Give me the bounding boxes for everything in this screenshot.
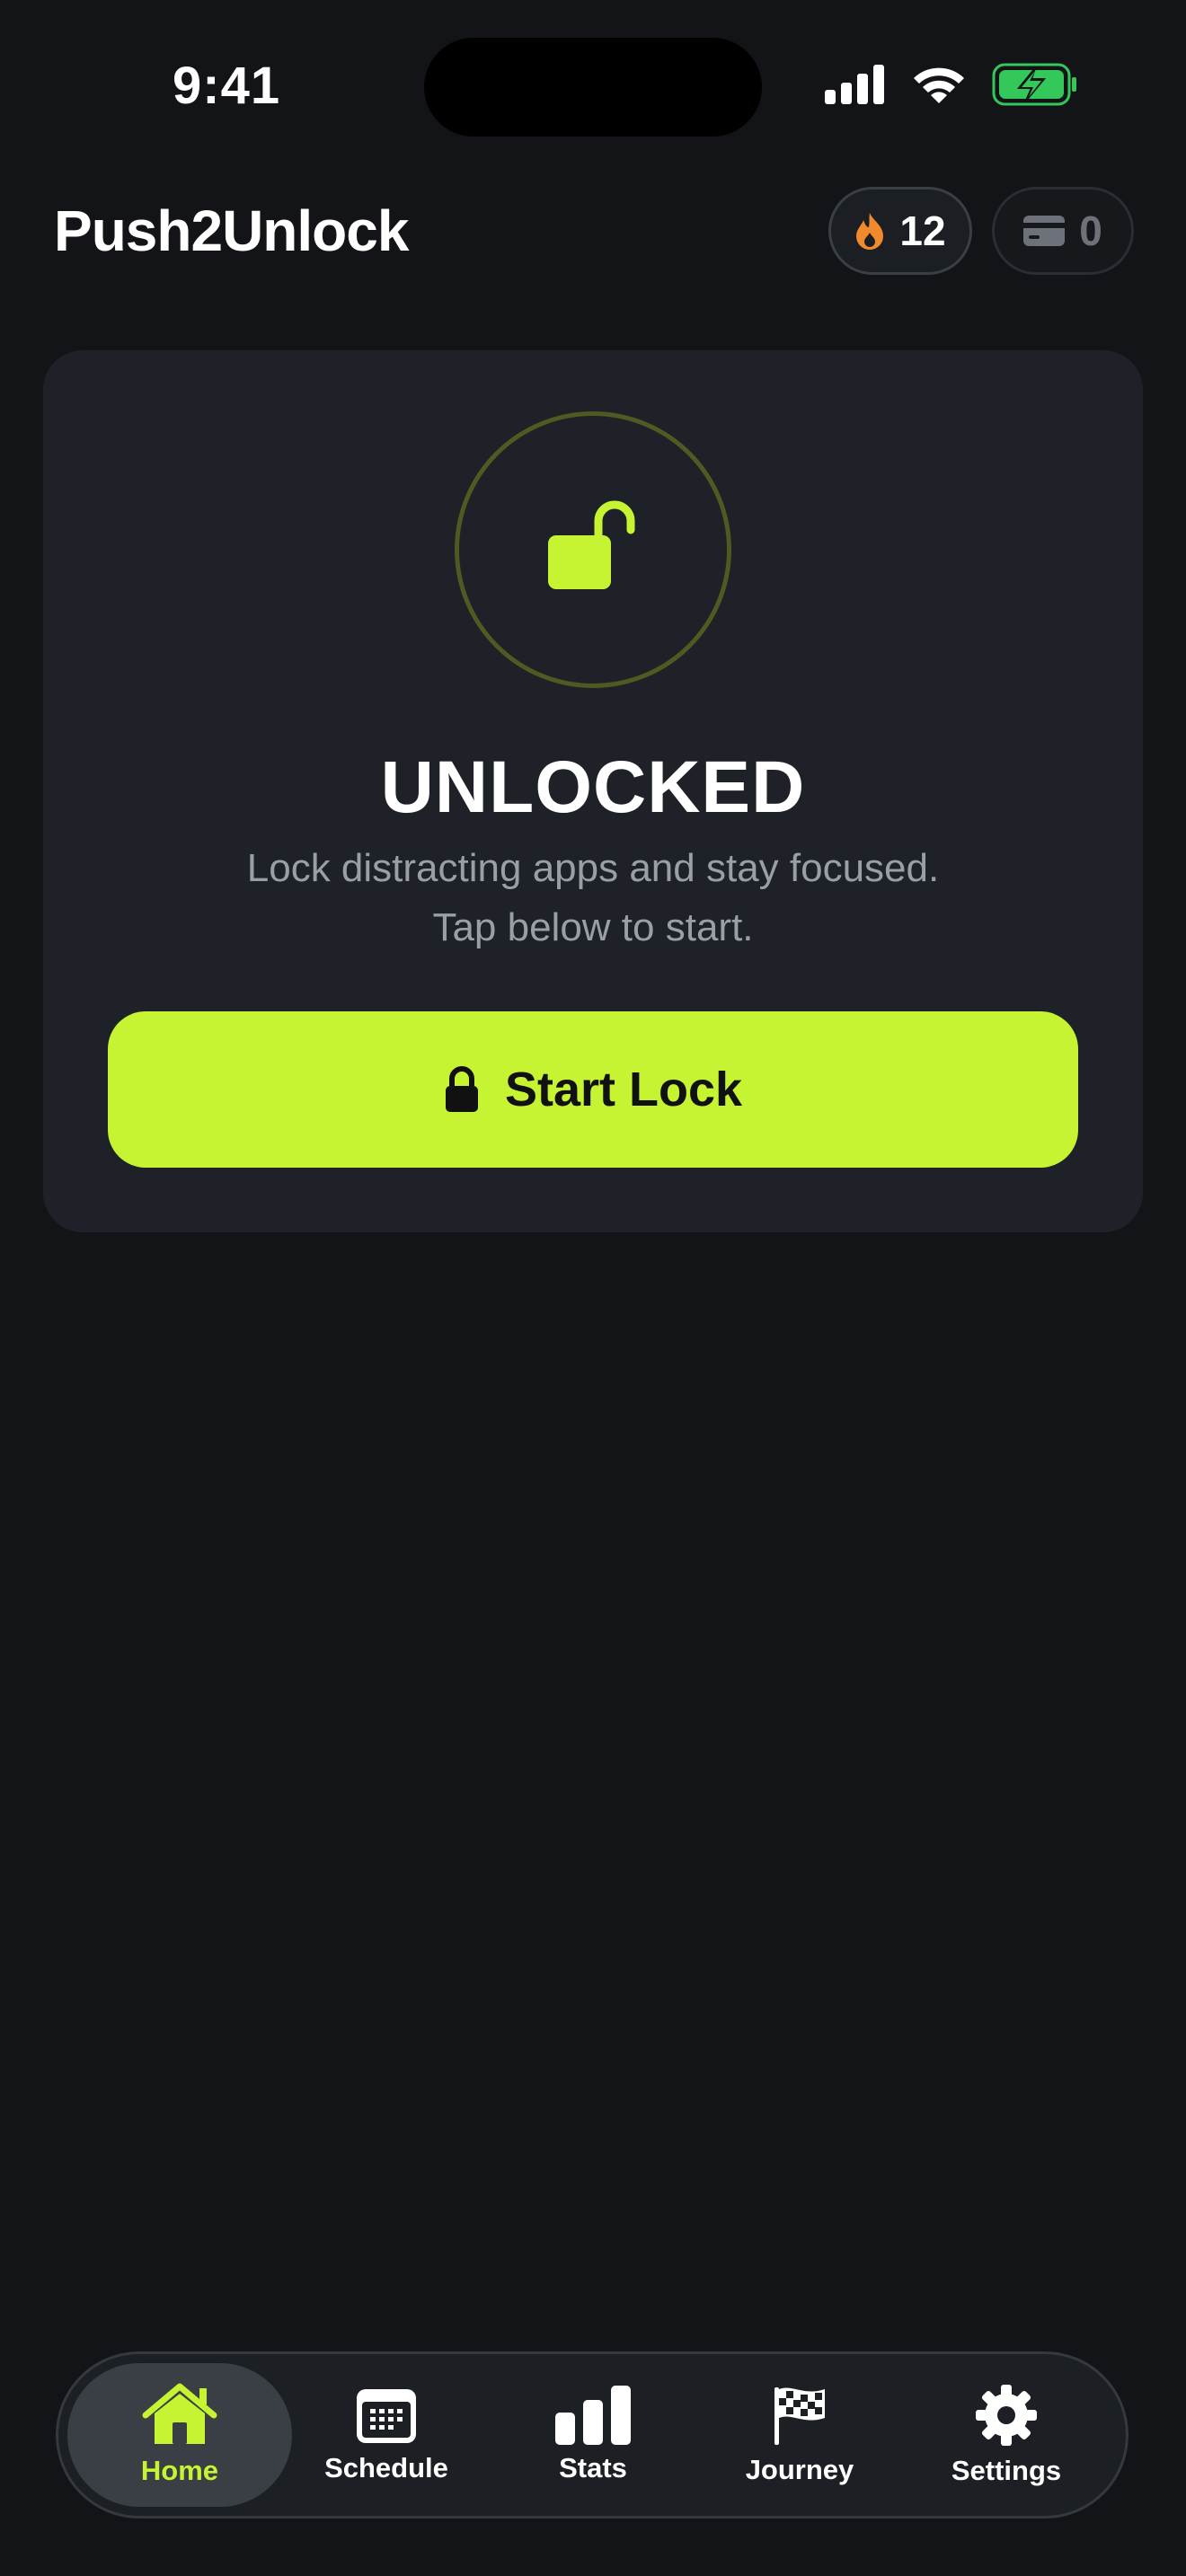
tab-stats-label: Stats: [559, 2452, 627, 2483]
streak-badge[interactable]: 12: [828, 187, 972, 275]
home-screen: 9:41 Push2Unlock 12 0 UNLOCKED Lock dist…: [0, 0, 1186, 2576]
tab-stats[interactable]: Stats: [481, 2363, 705, 2507]
app-title: Push2Unlock: [54, 198, 409, 263]
tab-journey-label: Journey: [745, 2454, 854, 2485]
unlocked-padlock-icon: [548, 500, 635, 589]
cards-count: 0: [1079, 207, 1102, 254]
calendar-icon: [357, 2389, 416, 2443]
dynamic-island: [424, 38, 762, 137]
lock-status-title: UNLOCKED: [380, 746, 806, 828]
tab-settings-label: Settings: [951, 2455, 1062, 2486]
tab-journey[interactable]: Journey: [687, 2363, 912, 2507]
gear-icon: [976, 2385, 1037, 2446]
flame-icon: [856, 213, 884, 250]
padlock-icon: [445, 1066, 478, 1112]
checkered-flag-icon: [774, 2387, 825, 2445]
streak-count: 12: [899, 207, 946, 254]
battery-charging-icon: [992, 63, 1076, 106]
tab-bar: Home Schedule Stats Journey Settings: [56, 2351, 1128, 2519]
wifi-icon: [914, 67, 964, 103]
tab-home-label: Home: [140, 2455, 219, 2486]
cellular-signal-icon: [825, 65, 884, 104]
tab-home[interactable]: Home: [67, 2363, 292, 2507]
tab-schedule-label: Schedule: [324, 2452, 448, 2483]
lock-status-subtitle: Lock distracting apps and stay focused.: [246, 846, 940, 890]
status-time: 9:41: [173, 57, 281, 115]
start-lock-button[interactable]: Start Lock: [108, 1011, 1078, 1168]
lock-indicator: [455, 411, 731, 688]
tab-settings[interactable]: Settings: [894, 2363, 1119, 2507]
lock-status-card: UNLOCKED Lock distracting apps and stay …: [43, 350, 1143, 1232]
card-icon: [1023, 216, 1066, 246]
cards-badge[interactable]: 0: [992, 187, 1134, 275]
start-lock-label: Start Lock: [504, 1063, 743, 1116]
lock-status-hint: Tap below to start.: [432, 905, 754, 949]
status-icons: [825, 63, 1078, 106]
tab-schedule[interactable]: Schedule: [274, 2363, 499, 2507]
bar-chart-icon: [555, 2386, 631, 2445]
house-icon: [142, 2383, 217, 2444]
